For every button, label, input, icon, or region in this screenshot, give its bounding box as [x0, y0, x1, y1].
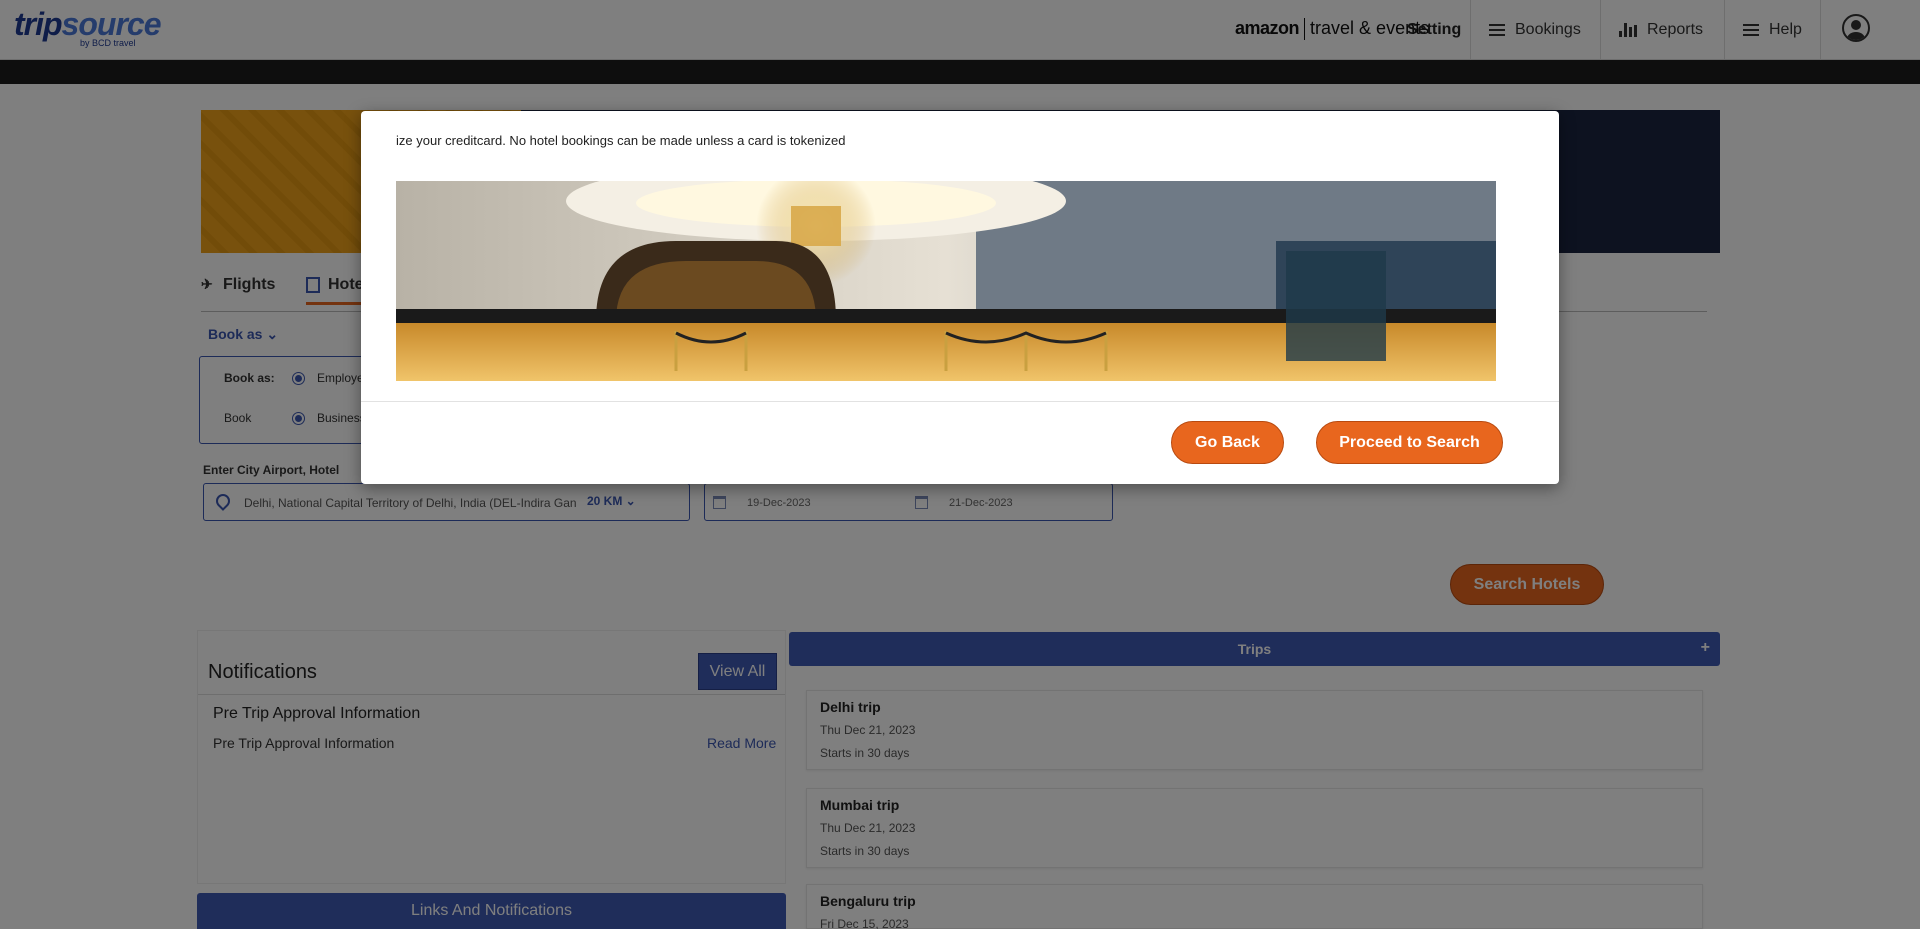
modal-divider: [361, 401, 1559, 402]
tokenize-card-modal: ize your creditcard. No hotel bookings c…: [361, 111, 1559, 484]
lobby-illustration: [396, 181, 1496, 381]
modal-message: ize your creditcard. No hotel bookings c…: [396, 133, 846, 148]
proceed-to-search-button[interactable]: Proceed to Search: [1316, 421, 1503, 464]
hotel-lobby-image: [396, 181, 1496, 381]
go-back-button[interactable]: Go Back: [1171, 421, 1284, 464]
